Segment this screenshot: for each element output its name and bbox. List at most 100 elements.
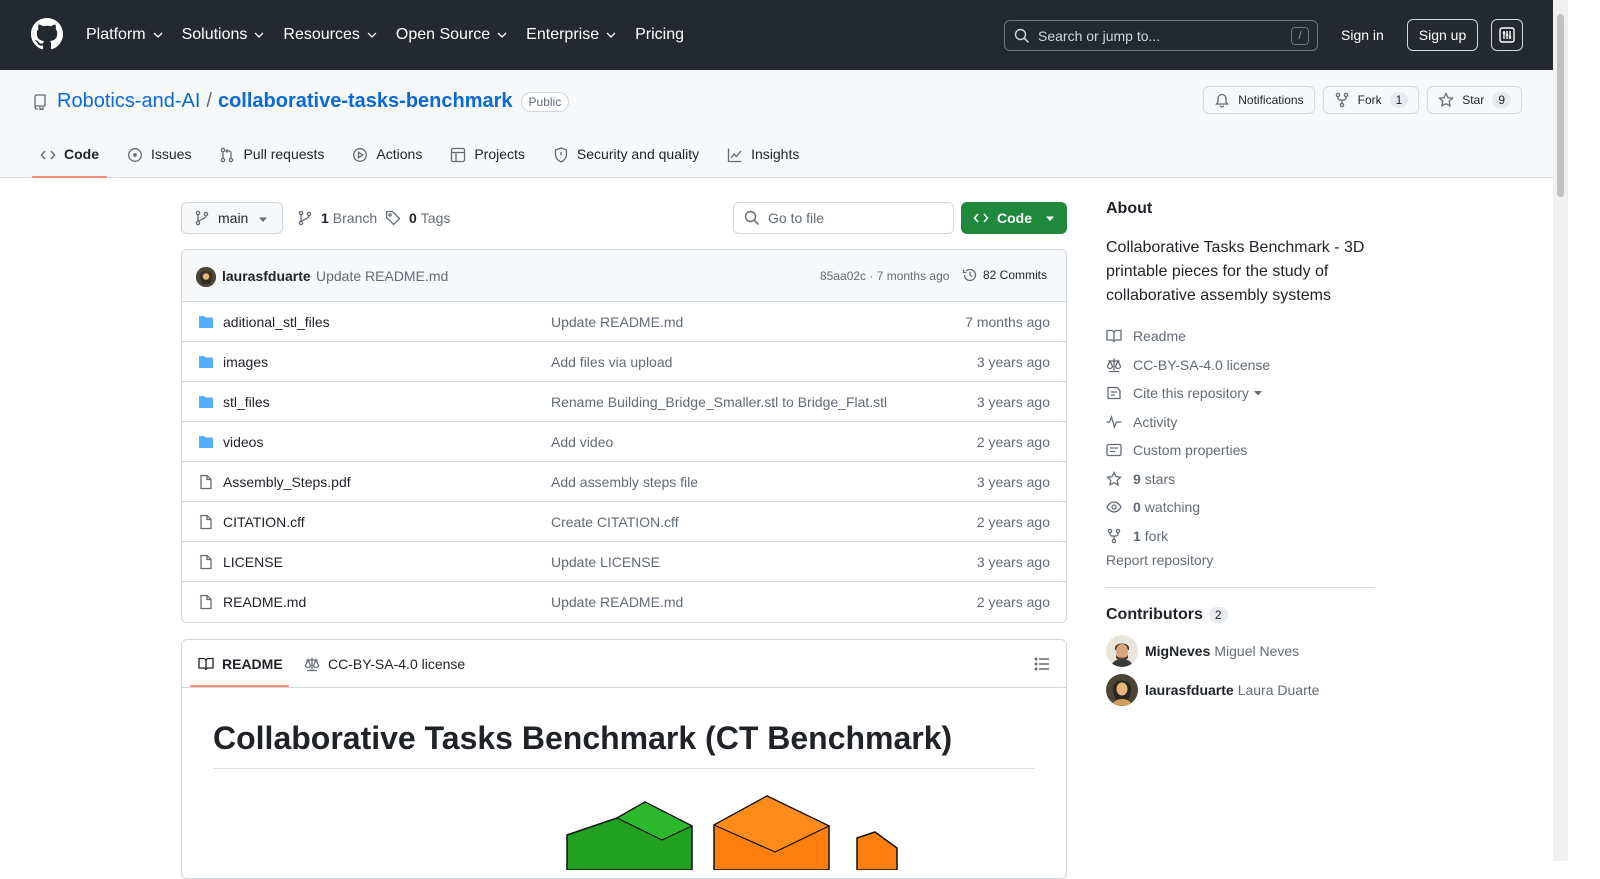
file-age: 7 months ago xyxy=(965,314,1050,330)
file-commit-message[interactable]: Update README.md xyxy=(551,594,683,610)
repo-owner-link[interactable]: Robotics-and-AI xyxy=(57,90,200,113)
file-name-link[interactable]: Assembly_Steps.pdf xyxy=(223,474,351,490)
file-row[interactable]: Assembly_Steps.pdf Add assembly steps fi… xyxy=(182,462,1066,502)
repo-tabs: Code Issues Pull requests Actions Projec… xyxy=(32,139,819,178)
file-row[interactable]: aditional_stl_files Update README.md 7 m… xyxy=(182,302,1066,342)
file-name-link[interactable]: aditional_stl_files xyxy=(223,314,330,330)
tab-actions[interactable]: Actions xyxy=(344,139,430,178)
file-commit-message[interactable]: Add files via upload xyxy=(551,354,672,370)
file-commit-message[interactable]: Update LICENSE xyxy=(551,554,660,570)
nav-open-source[interactable]: Open Source xyxy=(396,26,508,44)
readme-heading: Collaborative Tasks Benchmark (CT Benchm… xyxy=(213,720,953,756)
tab-security[interactable]: Security and quality xyxy=(545,139,707,178)
file-name-link[interactable]: CITATION.cff xyxy=(223,514,305,530)
nav-enterprise[interactable]: Enterprise xyxy=(526,26,617,44)
page-scrollbar[interactable] xyxy=(1553,0,1568,861)
search-input[interactable]: Search or jump to... / xyxy=(1004,20,1318,51)
file-name-link[interactable]: videos xyxy=(223,434,263,450)
watchers-link[interactable]: 0 watching xyxy=(1106,493,1374,522)
file-commit-message[interactable]: Update README.md xyxy=(551,314,683,330)
file-icon xyxy=(200,594,212,610)
sign-in-link[interactable]: Sign in xyxy=(1341,27,1384,43)
branch-select-button[interactable]: main xyxy=(181,202,283,234)
site-menu-button[interactable] xyxy=(1491,19,1523,51)
search-shortcut-key: / xyxy=(1291,27,1309,45)
custom-properties-link[interactable]: Custom properties xyxy=(1106,436,1374,465)
file-icon xyxy=(200,554,212,570)
folder-icon xyxy=(199,396,213,408)
about-heading: About xyxy=(1106,200,1153,217)
file-commit-message[interactable]: Add assembly steps file xyxy=(551,474,698,490)
tab-insights[interactable]: Insights xyxy=(719,139,807,178)
tags-link[interactable]: 0 Tags xyxy=(385,210,450,226)
commit-author-link[interactable]: laurasfduarte xyxy=(222,268,311,284)
issue-icon xyxy=(128,148,142,162)
file-name-link[interactable]: README.md xyxy=(223,594,306,610)
tab-issues[interactable]: Issues xyxy=(119,139,199,178)
activity-link[interactable]: Activity xyxy=(1106,408,1374,437)
sign-up-button[interactable]: Sign up xyxy=(1407,19,1478,51)
file-name-link[interactable]: stl_files xyxy=(223,394,270,410)
tab-readme[interactable]: README xyxy=(198,656,283,672)
stars-link[interactable]: 9 stars xyxy=(1106,465,1374,494)
tab-code[interactable]: Code xyxy=(32,139,107,178)
commits-link[interactable]: 82 Commits xyxy=(962,267,1047,283)
file-row[interactable]: LICENSE Update LICENSE 3 years ago xyxy=(182,542,1066,582)
github-logo-icon[interactable] xyxy=(31,18,63,50)
bell-icon xyxy=(1215,93,1230,108)
quote-icon xyxy=(1107,387,1121,400)
avatar[interactable] xyxy=(1106,635,1138,667)
file-row[interactable]: images Add files via upload 3 years ago xyxy=(182,342,1066,382)
license-link[interactable]: CC-BY-SA-4.0 license xyxy=(1106,351,1374,380)
list-unordered-icon[interactable] xyxy=(1034,656,1050,672)
file-row[interactable]: CITATION.cff Create CITATION.cff 2 years… xyxy=(182,502,1066,542)
scrollbar-thumb[interactable] xyxy=(1557,14,1564,197)
nav-resources[interactable]: Resources xyxy=(283,26,377,44)
nav-platform[interactable]: Platform xyxy=(86,26,164,44)
tab-pull-requests[interactable]: Pull requests xyxy=(211,139,332,178)
go-to-file-placeholder: Go to file xyxy=(768,210,825,226)
file-age: 3 years ago xyxy=(976,554,1050,570)
file-name-link[interactable]: LICENSE xyxy=(223,554,283,570)
branches-link[interactable]: 1 Branch xyxy=(297,210,377,226)
forks-link[interactable]: 1 fork xyxy=(1106,522,1374,551)
fork-button[interactable]: Fork 1 xyxy=(1322,86,1420,114)
contributor-item[interactable]: laurasfduarte Laura Duarte xyxy=(1106,674,1374,706)
report-repository-link[interactable]: Report repository xyxy=(1106,552,1374,568)
go-to-file-input[interactable]: Go to file xyxy=(733,202,954,234)
play-icon xyxy=(353,148,368,162)
file-row[interactable]: README.md Update README.md 2 years ago xyxy=(182,582,1066,622)
nav-solutions[interactable]: Solutions xyxy=(182,26,266,44)
commit-hash-link[interactable]: 85aa02c · 7 months ago xyxy=(820,269,949,283)
folder-icon xyxy=(199,436,213,448)
readme-link[interactable]: Readme xyxy=(1106,322,1374,351)
avatar[interactable] xyxy=(1106,674,1138,706)
nav-pricing[interactable]: Pricing xyxy=(635,26,684,44)
heading-divider xyxy=(213,768,1035,769)
tab-license[interactable]: CC-BY-SA-4.0 license xyxy=(304,656,465,672)
author-avatar[interactable] xyxy=(196,267,216,287)
file-commit-message[interactable]: Create CITATION.cff xyxy=(551,514,679,530)
note-icon xyxy=(1106,444,1122,457)
readme-tabs: README CC-BY-SA-4.0 license xyxy=(182,640,1066,688)
file-name-link[interactable]: images xyxy=(223,354,268,370)
file-row[interactable]: videos Add video 2 years ago xyxy=(182,422,1066,462)
contributor-item[interactable]: MigNeves Miguel Neves xyxy=(1106,635,1374,667)
cite-repository-link[interactable]: Cite this repository xyxy=(1106,379,1374,408)
sidebar-divider xyxy=(1106,587,1374,588)
notifications-button[interactable]: Notifications xyxy=(1203,86,1315,114)
fork-count: 1 xyxy=(1389,92,1409,108)
repo-icon xyxy=(34,93,46,110)
code-dropdown-button[interactable]: Code xyxy=(961,202,1067,234)
star-button[interactable]: Star 9 xyxy=(1427,86,1522,114)
file-row[interactable]: stl_files Rename Building_Bridge_Smaller… xyxy=(182,382,1066,422)
chevron-down-icon xyxy=(367,32,377,38)
file-list: laurasfduarte Update README.md 85aa02c ·… xyxy=(181,249,1067,623)
file-commit-message[interactable]: Rename Building_Bridge_Smaller.stl to Br… xyxy=(551,394,887,410)
contributors-heading[interactable]: Contributors 2 xyxy=(1106,606,1374,624)
tab-projects[interactable]: Projects xyxy=(442,139,533,178)
repo-name-link[interactable]: collaborative-tasks-benchmark xyxy=(218,90,513,113)
file-commit-message[interactable]: Add video xyxy=(551,434,613,450)
commit-message-link[interactable]: Update README.md xyxy=(316,268,448,284)
branch-icon xyxy=(298,210,312,226)
